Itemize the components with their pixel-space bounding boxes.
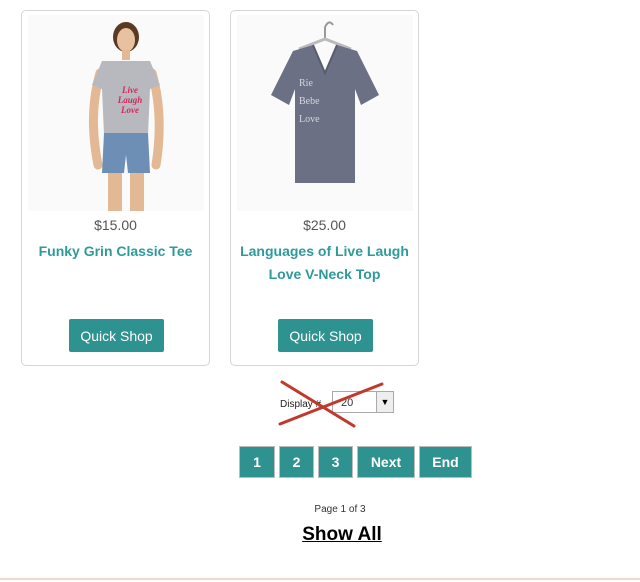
product-card: Rie Bebe Love $25.00 Languages of Live L… (230, 10, 419, 366)
quick-shop-button[interactable]: Quick Shop (69, 319, 164, 352)
display-count-select[interactable]: 20 ▼ (332, 391, 394, 413)
end-page-button[interactable]: End (419, 446, 472, 478)
chevron-down-icon[interactable]: ▼ (376, 392, 393, 412)
vneck-top-icon (271, 21, 379, 183)
product-price: $25.00 (303, 217, 346, 233)
next-page-button[interactable]: Next (357, 446, 415, 478)
show-all-link[interactable]: Show All (0, 524, 640, 546)
page-2-button[interactable]: 2 (279, 446, 314, 478)
display-count-label: Display # (280, 399, 322, 410)
product-image[interactable]: Rie Bebe Love (237, 15, 413, 211)
product-card: Live Laugh Love $15.00 Funky Grin Classi… (21, 10, 210, 366)
divider (0, 578, 640, 580)
quick-shop-button[interactable]: Quick Shop (278, 319, 373, 352)
product-image[interactable]: Live Laugh Love (28, 15, 204, 211)
display-count-control: Display # 20 ▼ (280, 391, 400, 415)
product-title-link[interactable]: Languages of Live Laugh Love V-Neck Top (237, 240, 412, 286)
display-count-value: 20 (341, 397, 354, 409)
page-info: Page 1 of 3 (314, 504, 366, 515)
product-price: $15.00 (94, 217, 137, 233)
shirt-print-text: Rie Bebe Love (299, 78, 320, 125)
shirt-print-text: Live Laugh Love (117, 85, 143, 115)
product-title-link[interactable]: Funky Grin Classic Tee (28, 240, 203, 263)
page-3-button[interactable]: 3 (318, 446, 353, 478)
page-1-button[interactable]: 1 (239, 446, 275, 478)
